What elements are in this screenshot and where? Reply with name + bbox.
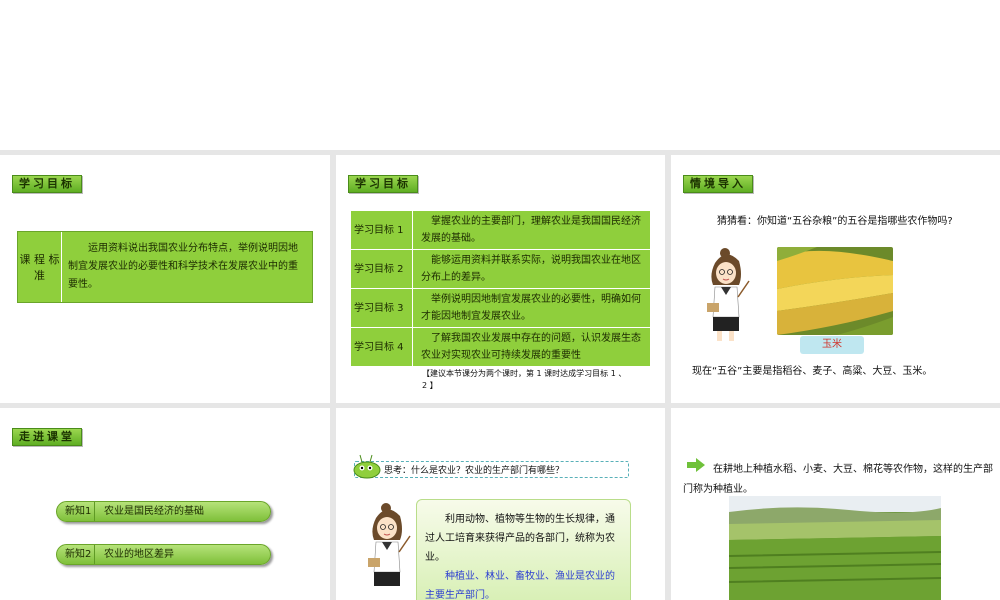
planting-definition: 在耕地上种植水稻、小麦、大豆、棉花等农作物，这样的生产部门称为种植业。 bbox=[683, 464, 993, 495]
table-row: 学习目标 4 了解我国农业发展中存在的问题，认识发展生态农业对实现农业可持续发展… bbox=[350, 327, 651, 367]
goal-text: 了解我国农业发展中存在的问题，认识发展生态农业对实现农业可持续发展的重要性 bbox=[412, 327, 651, 367]
teacher-girl-illustration bbox=[368, 503, 411, 586]
new-knowledge-item-1[interactable]: 新知1 农业是国民经济的基础 bbox=[56, 501, 271, 522]
item-key: 新知2 bbox=[57, 545, 95, 564]
farmland-photo bbox=[729, 496, 941, 600]
slide-sorter: 学习目标 课 程 标 准 运用资料说出我国农业分布特点，举例说明因地制宜发展农业… bbox=[0, 0, 1000, 600]
goal-key: 学习目标 4 bbox=[350, 327, 413, 367]
definition-box: 利用动物、植物等生物的生长规律，通过人工培育来获得产品的各部门，统称为农业。 种… bbox=[416, 499, 631, 600]
table-row: 学习目标 1 掌握农业的主要部门，理解农业是我国国民经济发展的基础。 bbox=[350, 210, 651, 250]
slide-thumbnail-5[interactable]: 思考：什么是农业？农业的生产部门有哪些？ 利用动物、植物等生物的生长规律，通过人… bbox=[336, 408, 665, 600]
section-tag: 学习目标 bbox=[12, 175, 82, 193]
slide-thumbnail-3[interactable]: 情境导入 猜猜看：你知道“五谷杂粮”的五谷是指哪些农作物吗? 玉米 现在“五谷”… bbox=[671, 155, 1000, 403]
slide-thumbnail-4[interactable]: 走进课堂 新知1 农业是国民经济的基础 新知2 农业的地区差异 bbox=[0, 408, 330, 600]
think-question: 思考：什么是农业？农业的生产部门有哪些？ bbox=[384, 466, 565, 476]
goal-key: 学习目标 2 bbox=[350, 249, 413, 289]
corn-photo bbox=[777, 247, 893, 335]
agriculture-sectors: 种植业、林业、畜牧业、渔业是农业的主要生产部门。 bbox=[425, 571, 615, 600]
goal-text: 能够运用资料并联系实际，说明我国农业在地区分布上的差异。 bbox=[412, 249, 651, 289]
item-text: 农业的地区差异 bbox=[104, 549, 174, 560]
teacher-girl-illustration bbox=[707, 248, 750, 341]
standard-text: 运用资料说出我国农业分布特点，举例说明因地制宜发展农业的必要性和科学技术在发展农… bbox=[68, 243, 298, 290]
corn-label: 玉米 bbox=[800, 336, 864, 354]
new-knowledge-item-2[interactable]: 新知2 农业的地区差异 bbox=[56, 544, 271, 565]
goal-text: 举例说明因地制宜发展农业的必要性，明确如何才能因地制宜发展农业。 bbox=[412, 288, 651, 328]
guess-question: 猜猜看：你知道“五谷杂粮”的五谷是指哪些农作物吗? bbox=[717, 216, 953, 227]
goal-text: 掌握农业的主要部门，理解农业是我国国民经济发展的基础。 bbox=[412, 210, 651, 250]
section-tag: 学习目标 bbox=[348, 175, 418, 193]
lesson-note: 【建议本节课分为两个课时，第 1 课时达成学习目标 1 、 2 】 bbox=[422, 369, 627, 390]
section-tag: 情境导入 bbox=[683, 175, 753, 193]
section-tag: 走进课堂 bbox=[12, 428, 82, 446]
slide-thumbnail-1[interactable]: 学习目标 课 程 标 准 运用资料说出我国农业分布特点，举例说明因地制宜发展农业… bbox=[0, 155, 330, 403]
slide-thumbnail-6[interactable]: 在耕地上种植水稻、小麦、大豆、棉花等农作物，这样的生产部门称为种植业。 bbox=[671, 408, 1000, 600]
five-grains-answer: 现在“五谷”主要是指稻谷、麦子、高粱、大豆、玉米。 bbox=[692, 366, 933, 377]
goal-key: 学习目标 3 bbox=[350, 288, 413, 328]
item-key: 新知1 bbox=[57, 502, 95, 521]
agriculture-definition: 利用动物、植物等生物的生长规律，通过人工培育来获得产品的各部门，统称为农业。 bbox=[425, 514, 615, 563]
caterpillar-icon bbox=[353, 454, 381, 479]
slide-thumbnail-2[interactable]: 学习目标 学习目标 1 掌握农业的主要部门，理解农业是我国国民经济发展的基础。 … bbox=[336, 155, 665, 403]
item-text: 农业是国民经济的基础 bbox=[104, 506, 204, 517]
table-row: 学习目标 3 举例说明因地制宜发展农业的必要性，明确如何才能因地制宜发展农业。 bbox=[350, 288, 651, 328]
standard-label: 课 程 标 准 bbox=[18, 232, 62, 302]
table-row: 学习目标 2 能够运用资料并联系实际，说明我国农业在地区分布上的差异。 bbox=[350, 249, 651, 289]
goal-key: 学习目标 1 bbox=[350, 210, 413, 250]
curriculum-standard-box: 课 程 标 准 运用资料说出我国农业分布特点，举例说明因地制宜发展农业的必要性和… bbox=[17, 231, 313, 303]
learning-goals-table: 学习目标 1 掌握农业的主要部门，理解农业是我国国民经济发展的基础。 学习目标 … bbox=[350, 210, 651, 367]
